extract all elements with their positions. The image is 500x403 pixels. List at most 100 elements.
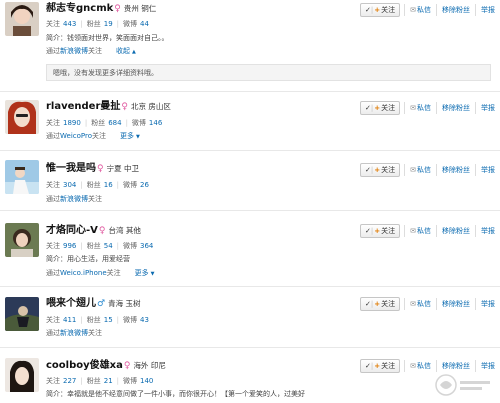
fans-count[interactable]: 15 <box>104 316 113 324</box>
via-source: 通过新浪微博关注 收起 ▲ <box>46 47 136 55</box>
follows-count[interactable]: 443 <box>63 20 76 28</box>
report-button[interactable]: 举报 <box>475 164 500 176</box>
posts-count[interactable]: 26 <box>140 181 149 189</box>
message-button[interactable]: ✉私信 <box>404 102 436 114</box>
remove-fan-button[interactable]: 移除粉丝 <box>436 102 475 114</box>
plus-icon: + <box>374 362 381 370</box>
via-source-link[interactable]: 新浪微博 <box>60 195 88 203</box>
more-link[interactable]: 更多 <box>120 132 134 140</box>
envelope-icon: ✉ <box>410 166 416 174</box>
username-link[interactable]: 惟一我是吗 <box>46 163 96 174</box>
username-link[interactable]: 喂来个翅儿 <box>46 298 96 309</box>
avatar[interactable] <box>5 297 39 331</box>
via-source-link[interactable]: 新浪微博 <box>60 329 88 337</box>
female-icon: ♀ <box>98 226 106 236</box>
via-source-link[interactable]: Weico.iPhone <box>60 269 107 277</box>
user-stats: 关注 1890 | 粉丝 684 | 微博 146 <box>46 119 163 127</box>
report-button[interactable]: 举报 <box>475 298 500 310</box>
fans-count[interactable]: 16 <box>104 181 113 189</box>
avatar[interactable] <box>5 223 39 257</box>
remove-fan-button[interactable]: 移除粉丝 <box>436 4 475 16</box>
female-icon: ♀ <box>114 4 121 14</box>
follows-count[interactable]: 1890 <box>63 119 81 127</box>
list-item: 才烙同心-V♀ 台湾 其他 关注 996 | 粉丝 54 | 微博 364 简介：用心生活，用爱… <box>0 211 500 287</box>
report-button[interactable]: 举报 <box>475 102 500 114</box>
fans-count[interactable]: 684 <box>108 119 121 127</box>
follow-button[interactable]: ✓|+关注 <box>360 297 401 311</box>
location: 台湾 其他 <box>108 226 141 235</box>
via-source: 通过WeicoPro关注 更多 ▼ <box>46 132 140 140</box>
fans-count[interactable]: 21 <box>104 377 113 385</box>
message-button[interactable]: ✉私信 <box>404 360 436 372</box>
avatar[interactable] <box>5 100 39 134</box>
avatar[interactable] <box>5 358 39 392</box>
list-item: 郝志专gncmk♀ 贵州 铜仁 关注 443 | 粉丝 19 | 微博 44 简介：钱领面对世界… <box>0 0 500 92</box>
avatar[interactable] <box>5 2 39 36</box>
username-link[interactable]: 才烙同心-V <box>46 225 98 236</box>
posts-count[interactable]: 140 <box>140 377 153 385</box>
location: 贵州 铜仁 <box>123 4 157 13</box>
female-icon: ♀ <box>121 102 128 112</box>
envelope-icon: ✉ <box>410 227 416 235</box>
posts-count[interactable]: 43 <box>140 316 149 324</box>
remove-fan-button[interactable]: 移除粉丝 <box>436 360 475 372</box>
follow-button[interactable]: ✓|+关注 <box>360 359 401 373</box>
location: 宁夏 中卫 <box>106 164 139 173</box>
follow-button[interactable]: ✓|+关注 <box>360 3 401 17</box>
follows-count[interactable]: 411 <box>63 316 76 324</box>
actions: ✓|+关注 ✉私信 移除粉丝 举报 <box>360 297 500 311</box>
location: 青海 玉树 <box>108 299 141 308</box>
user-info-line: 才烙同心-V♀ 台湾 其他 <box>46 224 141 238</box>
report-button[interactable]: 举报 <box>475 360 500 372</box>
envelope-icon: ✉ <box>410 362 416 370</box>
list-item: 惟一我是吗♀ 宁夏 中卫 关注 304 | 粉丝 16 | 微博 26 通过新浪微博关注 ✓|+… <box>0 151 500 211</box>
more-link[interactable]: 更多 <box>135 269 149 277</box>
follow-button[interactable]: ✓|+关注 <box>360 224 401 238</box>
plus-icon: + <box>374 227 381 235</box>
follows-count[interactable]: 996 <box>63 242 76 250</box>
fans-count[interactable]: 54 <box>104 242 113 250</box>
message-button[interactable]: ✉私信 <box>404 298 436 310</box>
follow-button[interactable]: ✓|+关注 <box>360 163 401 177</box>
actions: ✓|+关注 ✉私信 移除粉丝 举报 <box>360 359 500 373</box>
report-button[interactable]: 举报 <box>475 225 500 237</box>
user-info-line: rlavender曼扯♀ 北京 房山区 <box>46 100 171 114</box>
username-link[interactable]: 郝志专gncmk <box>46 3 113 14</box>
via-source-link[interactable]: WeicoPro <box>60 132 92 140</box>
fans-count[interactable]: 19 <box>104 20 113 28</box>
remove-fan-button[interactable]: 移除粉丝 <box>436 164 475 176</box>
posts-count[interactable]: 364 <box>140 242 153 250</box>
user-intro: 简介：幸福就是他不经意间做了一件小事，而你很开心！【第一个爱笑的人，过美好 <box>46 390 305 398</box>
plus-icon: + <box>374 6 381 14</box>
user-info-line: coolboy俊雄xa♀ 海外 印尼 <box>46 359 166 373</box>
actions: ✓|+关注 ✉私信 移除粉丝 举报 <box>360 224 500 238</box>
username-link[interactable]: coolboy俊雄xa <box>46 360 123 371</box>
collapse-link[interactable]: 收起 <box>116 47 130 55</box>
user-stats: 关注 996 | 粉丝 54 | 微博 364 <box>46 242 154 250</box>
actions: ✓|+关注 ✉私信 移除粉丝 举报 <box>360 163 500 177</box>
message-button[interactable]: ✉私信 <box>404 4 436 16</box>
user-stats: 关注 411 | 粉丝 15 | 微博 43 <box>46 316 149 324</box>
female-icon: ♀ <box>97 164 104 174</box>
follows-count[interactable]: 227 <box>63 377 76 385</box>
follows-count[interactable]: 304 <box>63 181 76 189</box>
report-button[interactable]: 举报 <box>475 4 500 16</box>
chevron-down-icon: ▼ <box>150 271 155 277</box>
posts-count[interactable]: 44 <box>140 20 149 28</box>
avatar[interactable] <box>5 160 39 194</box>
username-link[interactable]: rlavender曼扯 <box>46 101 120 112</box>
plus-icon: + <box>374 300 381 308</box>
posts-count[interactable]: 146 <box>149 119 162 127</box>
remove-fan-button[interactable]: 移除粉丝 <box>436 298 475 310</box>
remove-fan-button[interactable]: 移除粉丝 <box>436 225 475 237</box>
follow-button[interactable]: ✓|+关注 <box>360 101 401 115</box>
via-source-link[interactable]: 新浪微博 <box>60 47 88 55</box>
plus-icon: + <box>374 104 381 112</box>
envelope-icon: ✉ <box>410 300 416 308</box>
watermark-logo <box>434 373 494 401</box>
location: 北京 房山区 <box>131 102 171 111</box>
message-button[interactable]: ✉私信 <box>404 225 436 237</box>
expanded-details: 嗯哦，没有发现更多详细资料哦。 <box>46 64 491 81</box>
message-button[interactable]: ✉私信 <box>404 164 436 176</box>
envelope-icon: ✉ <box>410 6 416 14</box>
